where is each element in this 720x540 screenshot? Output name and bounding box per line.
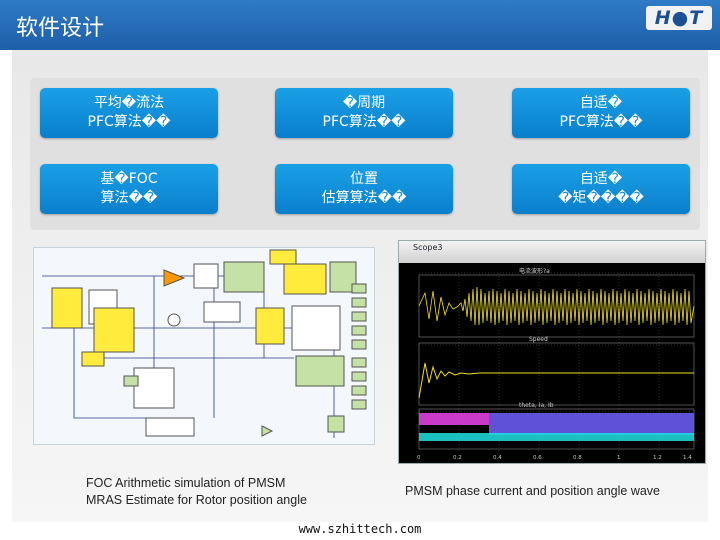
algorithm-box-6: 自适� �矩����: [512, 164, 690, 214]
algorithm-box-2-line1: �周期: [342, 95, 386, 111]
footer-website[interactable]: www.szhittech.com: [0, 522, 720, 540]
simulink-diagram-graphic: [42, 249, 367, 438]
algorithm-box-4-line2: 算法��: [100, 190, 158, 206]
scope-x-tick-6: 1.2: [653, 455, 662, 461]
scope-plot1-label: 电流波形?a: [519, 267, 550, 275]
algorithm-box-1-line1: 平均�流法: [93, 95, 165, 111]
algorithm-box-4: 基�FOC 算法��: [40, 164, 218, 214]
algorithm-box-4-line1: 基�FOC: [100, 171, 158, 187]
scope-window-name: Scope3: [413, 243, 443, 252]
scope-plot3-label: theta, Ia, Ib: [519, 402, 554, 409]
company-logo: H●T: [646, 6, 712, 30]
scope-trace-ib: [419, 433, 694, 441]
scope-caption: PMSM phase current and position angle wa…: [405, 484, 661, 498]
scope-x-tick-7: 1.4: [683, 455, 692, 461]
algorithm-box-2: �周期 PFC算法��: [275, 88, 453, 138]
scope-x-tick-5: 1: [617, 455, 621, 461]
scope-trace-theta: [419, 413, 489, 425]
algorithm-box-3-line2: PFC算法��: [559, 114, 643, 130]
algorithm-box-2-line2: PFC算法��: [322, 114, 406, 130]
top-banner: 软件设计 H●T: [0, 0, 720, 50]
scope-waveforms: 电流波形?a Speed theta, Ia, Ib 0 0.2 0.4 0.6…: [417, 267, 695, 461]
scope-plot2-label: Speed: [529, 336, 548, 343]
scope-x-tick-4: 0.8: [573, 455, 582, 461]
algorithm-box-6-line1: 自适�: [579, 171, 623, 187]
scope-toolbar: Scope3: [399, 241, 705, 263]
scope-plot-area: 电流波形?a Speed theta, Ia, Ib 0 0.2 0.4 0.6…: [399, 263, 705, 463]
algorithm-box-1-line2: PFC算法��: [87, 114, 171, 130]
scope-window: Scope3 电流波形?a Speed theta, Ia, Ib 0 0.2 …: [398, 240, 706, 464]
simulink-diagram-image: [33, 247, 375, 445]
scope-x-tick-2: 0.4: [493, 455, 502, 461]
algorithm-box-3-line1: 自适�: [579, 95, 623, 111]
algorithm-box-6-line2: �矩����: [558, 190, 644, 206]
algorithm-box-5: 位置 估算算法��: [275, 164, 453, 214]
scope-x-tick-3: 0.6: [533, 455, 542, 461]
algorithm-box-3: 自适� PFC算法��: [512, 88, 690, 138]
scope-trace-current: [418, 286, 695, 326]
simulation-caption: FOC Arithmetic simulation of PMSM MRAS E…: [86, 475, 307, 509]
simulation-caption-line1: FOC Arithmetic simulation of PMSM: [86, 476, 286, 490]
scope-trace-ia: [489, 413, 694, 435]
algorithm-box-5-line2: 估算算法��: [321, 190, 407, 206]
scope-trace-speed: [418, 362, 694, 399]
simulation-caption-line2: MRAS Estimate for Rotor position angle: [86, 493, 307, 507]
slide-title: 软件设计: [16, 16, 105, 41]
algorithm-box-5-line1: 位置: [350, 171, 378, 187]
algorithm-box-1: 平均�流法 PFC算法��: [40, 88, 218, 138]
scope-x-tick-0: 0: [417, 455, 421, 461]
scope-x-tick-1: 0.2: [453, 455, 462, 461]
